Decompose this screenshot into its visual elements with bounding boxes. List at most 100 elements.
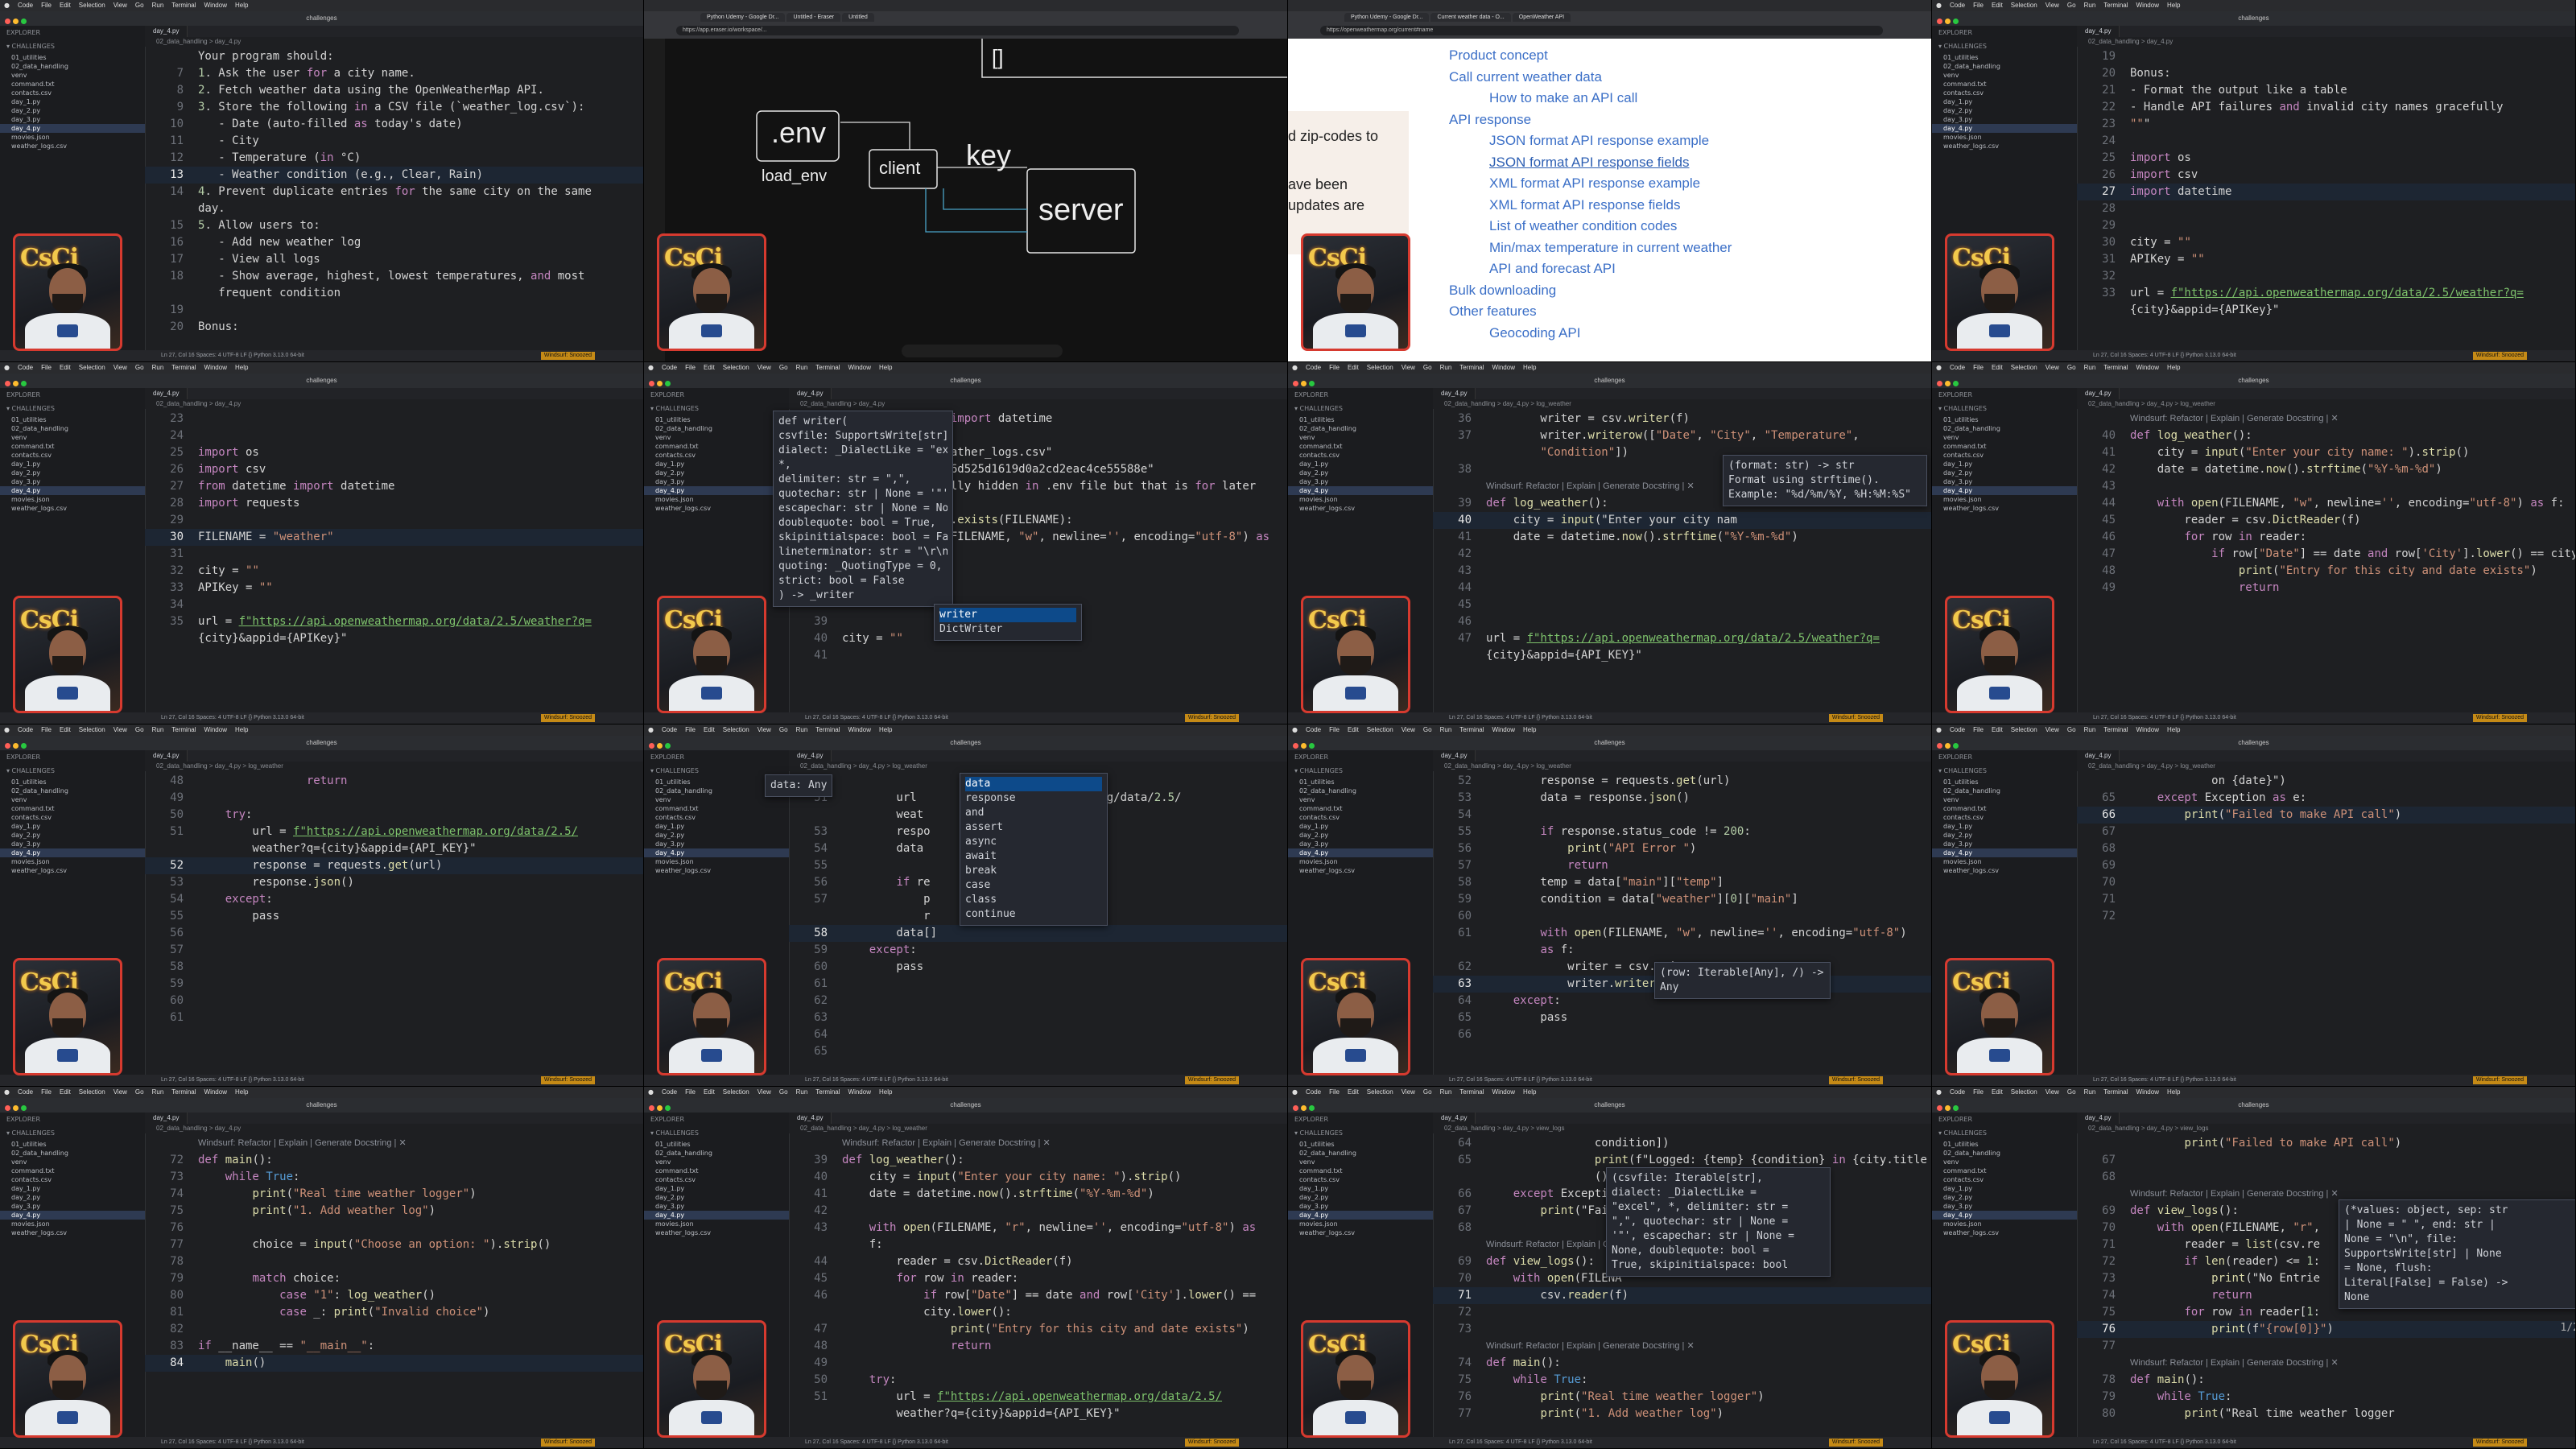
code-line[interactable]: 73 [1433, 1321, 1931, 1338]
menu-code[interactable]: Code [1302, 364, 1325, 371]
explorer-item[interactable]: day_2.py [0, 1193, 145, 1202]
explorer-item[interactable]: 02_data_handling [1932, 424, 2077, 433]
menu-code[interactable]: Code [1946, 364, 1969, 371]
code-line[interactable]: 59 except: [789, 942, 1287, 959]
explorer-item[interactable]: day_3.py [0, 115, 145, 124]
explorer-item[interactable]: command.txt [644, 1166, 789, 1175]
minimize-icon[interactable] [657, 381, 663, 386]
explorer-item[interactable]: 01_utilities [1932, 1140, 2077, 1149]
code-line[interactable]: 68 [2077, 840, 2575, 857]
menu-help[interactable]: Help [2163, 726, 2184, 733]
code-line[interactable]: 20 Bonus: [145, 319, 643, 336]
project-title[interactable]: ▾ CHALLENGES [1288, 1126, 1433, 1140]
code-line[interactable]: 80 case "1": log_weather() [145, 1287, 643, 1304]
apple-icon[interactable]: ● [1932, 2, 1946, 9]
menu-help[interactable]: Help [1519, 364, 1540, 371]
menu-go[interactable]: Go [131, 1088, 148, 1096]
menu-terminal[interactable]: Terminal [2099, 1088, 2132, 1096]
code-line[interactable]: 54 [1433, 807, 1931, 824]
menu-file[interactable]: File [1325, 726, 1344, 733]
code-line[interactable]: 57 [145, 942, 643, 959]
code-line[interactable]: 60 pass [789, 959, 1287, 976]
code-line[interactable]: 46 for row in reader: [2077, 529, 2575, 546]
explorer-item[interactable]: day_2.py [0, 831, 145, 840]
code-line[interactable]: 61 [145, 1009, 643, 1026]
code-line[interactable]: 63 [789, 1009, 1287, 1026]
code-line[interactable]: 44 reader = csv.DictReader(f) [789, 1253, 1287, 1270]
explorer-item[interactable]: venv [644, 433, 789, 442]
explorer-item[interactable]: venv [1932, 795, 2077, 804]
toc-link[interactable]: Product concept [1449, 45, 1732, 67]
explorer-item[interactable]: day_3.py [1932, 1202, 2077, 1211]
menu-go[interactable]: Go [131, 2, 148, 9]
codeium-lens[interactable]: Windsurf: Refactor | Explain | Generate … [1433, 1338, 1931, 1355]
menu-selection[interactable]: Selection [2007, 726, 2041, 733]
menu-selection[interactable]: Selection [75, 364, 109, 371]
close-icon[interactable] [1293, 381, 1298, 386]
menu-selection[interactable]: Selection [719, 726, 753, 733]
explorer-item[interactable]: day_3.py [1932, 115, 2077, 124]
menu-edit[interactable]: Edit [56, 364, 75, 371]
menu-help[interactable]: Help [1519, 1088, 1540, 1096]
explorer-item[interactable]: day_4.py [1932, 848, 2077, 857]
explorer-item[interactable]: day_4.py [644, 848, 789, 857]
code-line[interactable]: 66 print("Failed to make API call") [2077, 807, 2575, 824]
menu-window[interactable]: Window [1488, 364, 1519, 371]
menu-go[interactable]: Go [2063, 364, 2080, 371]
explorer-item[interactable]: command.txt [1932, 442, 2077, 451]
code-line[interactable]: Your program should: [145, 48, 643, 65]
code-editor[interactable]: on {date}") 65 except Exception as e: 66 p… [2077, 773, 2575, 1075]
project-title[interactable]: ▾ CHALLENGES [1288, 764, 1433, 778]
explorer-item[interactable]: day_4.py [1932, 486, 2077, 495]
explorer-item[interactable]: day_2.py [1932, 106, 2077, 115]
explorer-item[interactable]: day_4.py [1932, 1211, 2077, 1220]
menu-code[interactable]: Code [658, 1088, 681, 1096]
explorer-item[interactable]: day_2.py [1932, 469, 2077, 477]
maximize-icon[interactable] [1953, 19, 1959, 24]
apple-icon[interactable]: ● [644, 726, 658, 733]
code-line[interactable]: 36 writer = csv.writer(f) [1433, 411, 1931, 427]
windsurf-status[interactable]: Windsurf: Snoozed [2472, 1076, 2527, 1084]
explorer-item[interactable]: command.txt [1932, 80, 2077, 89]
code-line[interactable]: 27 from datetime import datetime [145, 478, 643, 495]
explorer-item[interactable]: weather_logs.csv [644, 504, 789, 513]
menu-file[interactable]: File [37, 364, 56, 371]
windsurf-status[interactable]: Windsurf: Snoozed [2472, 1439, 2527, 1447]
code-line[interactable]: 83 if __name__ == "__main__": [145, 1338, 643, 1355]
explorer-item[interactable]: day_3.py [1288, 477, 1433, 486]
menu-code[interactable]: Code [1946, 1088, 1969, 1096]
code-line[interactable]: 78 [145, 1253, 643, 1270]
explorer-item[interactable]: weather_logs.csv [1288, 1228, 1433, 1237]
menu-edit[interactable]: Edit [1344, 1088, 1363, 1096]
explorer-item[interactable]: day_3.py [0, 477, 145, 486]
code-line[interactable]: 24 [145, 427, 643, 444]
explorer-item[interactable]: venv [644, 1158, 789, 1166]
explorer-item[interactable]: 02_data_handling [644, 1149, 789, 1158]
tab-day4[interactable]: day_4.py [2077, 1113, 2120, 1124]
code-line[interactable]: {city}&appid={APIKey}" [145, 630, 643, 647]
code-line[interactable]: 79 while True: [2077, 1389, 2575, 1406]
code-line[interactable]: 24 [2077, 133, 2575, 150]
explorer-item[interactable]: day_2.py [1932, 831, 2077, 840]
close-icon[interactable] [649, 743, 654, 749]
menu-edit[interactable]: Edit [56, 2, 75, 9]
code-line[interactable]: 40 city = input("Enter your city nam [1433, 512, 1931, 529]
explorer-item[interactable]: command.txt [644, 442, 789, 451]
maximize-icon[interactable] [1953, 743, 1959, 749]
explorer-item[interactable]: contacts.csv [1932, 1175, 2077, 1184]
breadcrumb[interactable]: 02_data_handling > day_4.py > log_weathe… [789, 762, 1287, 771]
menu-view[interactable]: View [109, 1088, 131, 1096]
windsurf-status[interactable]: Windsurf: Snoozed [1184, 1076, 1239, 1084]
menu-window[interactable]: Window [200, 364, 231, 371]
code-line[interactable]: 59 [145, 976, 643, 993]
maximize-icon[interactable] [665, 1105, 671, 1111]
explorer-item[interactable]: command.txt [1288, 1166, 1433, 1175]
explorer-item[interactable]: day_1.py [0, 460, 145, 469]
menu-selection[interactable]: Selection [2007, 364, 2041, 371]
code-line[interactable]: 49 [789, 1355, 1287, 1372]
explorer-item[interactable]: weather_logs.csv [0, 504, 145, 513]
menu-selection[interactable]: Selection [1363, 726, 1397, 733]
explorer-item[interactable]: contacts.csv [1932, 451, 2077, 460]
maximize-icon[interactable] [665, 743, 671, 749]
explorer-item[interactable]: 01_utilities [0, 1140, 145, 1149]
